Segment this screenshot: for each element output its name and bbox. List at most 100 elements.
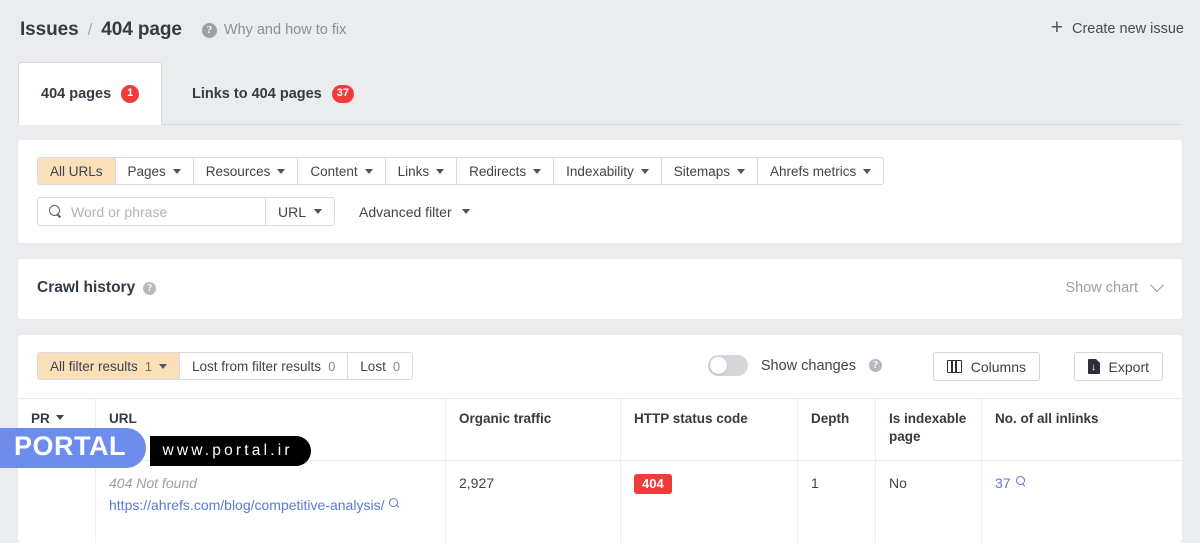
tab-links-to-404-pages-badge: 37 xyxy=(332,85,354,103)
filter-chip-resources-label: Resources xyxy=(206,164,271,179)
columns-button[interactable]: Columns xyxy=(933,352,1040,381)
show-changes-group: Show changes ? xyxy=(708,355,882,376)
filters-panel: All URLs Pages Resources Content Links R… xyxy=(18,140,1182,243)
crawl-history-title: Crawl history xyxy=(37,279,135,297)
table-header-http-status-code-label: HTTP status code xyxy=(634,410,748,428)
export-file-icon xyxy=(1088,359,1100,374)
segment-lost-from-filter-results-label: Lost from filter results xyxy=(192,359,321,374)
filter-chip-content[interactable]: Content xyxy=(298,158,385,184)
plus-icon: + xyxy=(1051,17,1063,38)
chevron-down-icon xyxy=(863,169,871,174)
table-header-depth[interactable]: Depth xyxy=(798,399,876,460)
segment-all-filter-results-label: All filter results xyxy=(50,359,138,374)
table-toolbar: All filter results 1 Lost from filter re… xyxy=(18,335,1182,398)
create-new-issue-label: Create new issue xyxy=(1072,21,1184,37)
search-box: Word or phrase URL xyxy=(37,197,335,226)
cell-inlinks-value[interactable]: 37 xyxy=(995,475,1011,491)
chevron-down-icon xyxy=(159,364,167,369)
filter-chip-pages-label: Pages xyxy=(128,164,166,179)
chevron-down-icon xyxy=(173,169,181,174)
filter-chip-pages[interactable]: Pages xyxy=(116,158,194,184)
filter-chip-links-label: Links xyxy=(398,164,430,179)
why-and-how-to-fix-label: Why and how to fix xyxy=(224,22,347,38)
cell-url-status-title: 404 Not found xyxy=(109,474,432,493)
filter-chip-links[interactable]: Links xyxy=(386,158,458,184)
segment-lost-from-filter-results[interactable]: Lost from filter results 0 xyxy=(180,353,348,379)
cell-organic-traffic: 2,927 xyxy=(446,461,621,543)
show-changes-toggle[interactable] xyxy=(708,355,748,376)
chevron-down-icon xyxy=(314,209,322,214)
why-and-how-to-fix-link[interactable]: ? Why and how to fix xyxy=(202,22,347,38)
cell-is-indexable-page: No xyxy=(876,461,982,543)
filter-chip-redirects[interactable]: Redirects xyxy=(457,158,554,184)
search-scope-label: URL xyxy=(278,204,306,220)
tab-bar: 404 pages 1 Links to 404 pages 37 xyxy=(0,62,1200,125)
filter-chip-sitemaps-label: Sitemaps xyxy=(674,164,730,179)
table-header-pr-label: PR xyxy=(31,410,50,428)
filter-chip-indexability-label: Indexability xyxy=(566,164,634,179)
advanced-filter-dropdown[interactable]: Advanced filter xyxy=(359,204,470,220)
table-header-organic-traffic[interactable]: Organic traffic xyxy=(446,399,621,460)
table-header-pr[interactable]: PR xyxy=(18,399,96,460)
chevron-down-icon xyxy=(641,169,649,174)
filter-chip-ahrefs-metrics-label: Ahrefs metrics xyxy=(770,164,856,179)
table-header-url[interactable]: URL xyxy=(96,399,446,460)
search-row: Word or phrase URL Advanced filter xyxy=(37,197,470,226)
table-header-organic-traffic-label: Organic traffic xyxy=(459,410,551,428)
segment-lost-label: Lost xyxy=(360,359,386,374)
table-header-is-indexable-page[interactable]: Is indexable page xyxy=(876,399,982,460)
show-chart-label: Show chart xyxy=(1065,280,1138,296)
cell-url-link-wrap: https://ahrefs.com/blog/competitive-anal… xyxy=(109,497,402,513)
table-header-depth-label: Depth xyxy=(811,410,849,428)
columns-icon xyxy=(947,360,962,373)
cell-inlinks: 37 xyxy=(982,461,1182,543)
search-input[interactable]: Word or phrase xyxy=(38,198,266,225)
table-row: 404 Not found https://ahrefs.com/blog/co… xyxy=(18,461,1182,543)
show-changes-label: Show changes xyxy=(761,358,856,374)
chevron-down-icon xyxy=(436,169,444,174)
tab-404-pages[interactable]: 404 pages 1 xyxy=(18,62,162,125)
table-header-no-of-all-inlinks-label: No. of all inlinks xyxy=(995,410,1099,428)
chevron-down-icon xyxy=(533,169,541,174)
search-input-placeholder: Word or phrase xyxy=(71,204,167,220)
question-mark-circle-icon[interactable]: ? xyxy=(143,282,156,295)
search-scope-dropdown[interactable]: URL xyxy=(266,198,334,225)
filter-chip-sitemaps[interactable]: Sitemaps xyxy=(662,158,758,184)
filter-chip-ahrefs-metrics[interactable]: Ahrefs metrics xyxy=(758,158,883,184)
breadcrumb-issues[interactable]: Issues xyxy=(20,19,79,41)
filter-chip-all-urls-label: All URLs xyxy=(50,164,103,179)
filter-chip-resources[interactable]: Resources xyxy=(194,158,299,184)
segment-lost[interactable]: Lost 0 xyxy=(348,353,412,379)
chevron-down-icon xyxy=(462,209,470,214)
chevron-down-icon xyxy=(365,169,373,174)
chevron-down-icon xyxy=(277,169,285,174)
search-icon[interactable] xyxy=(389,498,402,511)
results-table-panel: All filter results 1 Lost from filter re… xyxy=(18,335,1182,543)
export-button[interactable]: Export xyxy=(1074,352,1163,381)
columns-button-label: Columns xyxy=(971,359,1026,375)
show-chart-toggle[interactable]: Show chart xyxy=(1065,280,1162,296)
advanced-filter-label: Advanced filter xyxy=(359,204,452,220)
filter-chip-group: All URLs Pages Resources Content Links R… xyxy=(37,157,884,185)
table-header-is-indexable-page-label: Is indexable page xyxy=(889,410,968,446)
filter-chip-redirects-label: Redirects xyxy=(469,164,526,179)
tab-404-pages-label: 404 pages xyxy=(41,86,111,102)
page-header: Issues / 404 page ? Why and how to fix xyxy=(0,0,1200,60)
tab-links-to-404-pages-label: Links to 404 pages xyxy=(192,86,322,102)
table-header-http-status-code[interactable]: HTTP status code xyxy=(621,399,798,460)
results-table: PR URL Organic traffic HTTP status code … xyxy=(18,398,1182,543)
tab-links-to-404-pages[interactable]: Links to 404 pages 37 xyxy=(170,62,376,125)
tab-404-pages-badge: 1 xyxy=(121,85,139,103)
segment-lost-from-filter-results-count: 0 xyxy=(328,359,335,374)
question-mark-circle-icon: ? xyxy=(202,23,217,38)
table-header-no-of-all-inlinks[interactable]: No. of all inlinks xyxy=(982,399,1182,460)
segment-all-filter-results[interactable]: All filter results 1 xyxy=(38,353,180,379)
filter-chip-indexability[interactable]: Indexability xyxy=(554,158,662,184)
crawl-history-panel: Crawl history ? Show chart xyxy=(18,259,1182,319)
filter-chip-all-urls[interactable]: All URLs xyxy=(38,158,116,184)
search-icon[interactable] xyxy=(1016,476,1029,489)
table-header-url-label: URL xyxy=(109,410,137,428)
create-new-issue-button[interactable]: + Create new issue xyxy=(1051,18,1184,39)
question-mark-circle-icon[interactable]: ? xyxy=(869,359,882,372)
cell-url-link[interactable]: https://ahrefs.com/blog/competitive-anal… xyxy=(109,497,384,513)
